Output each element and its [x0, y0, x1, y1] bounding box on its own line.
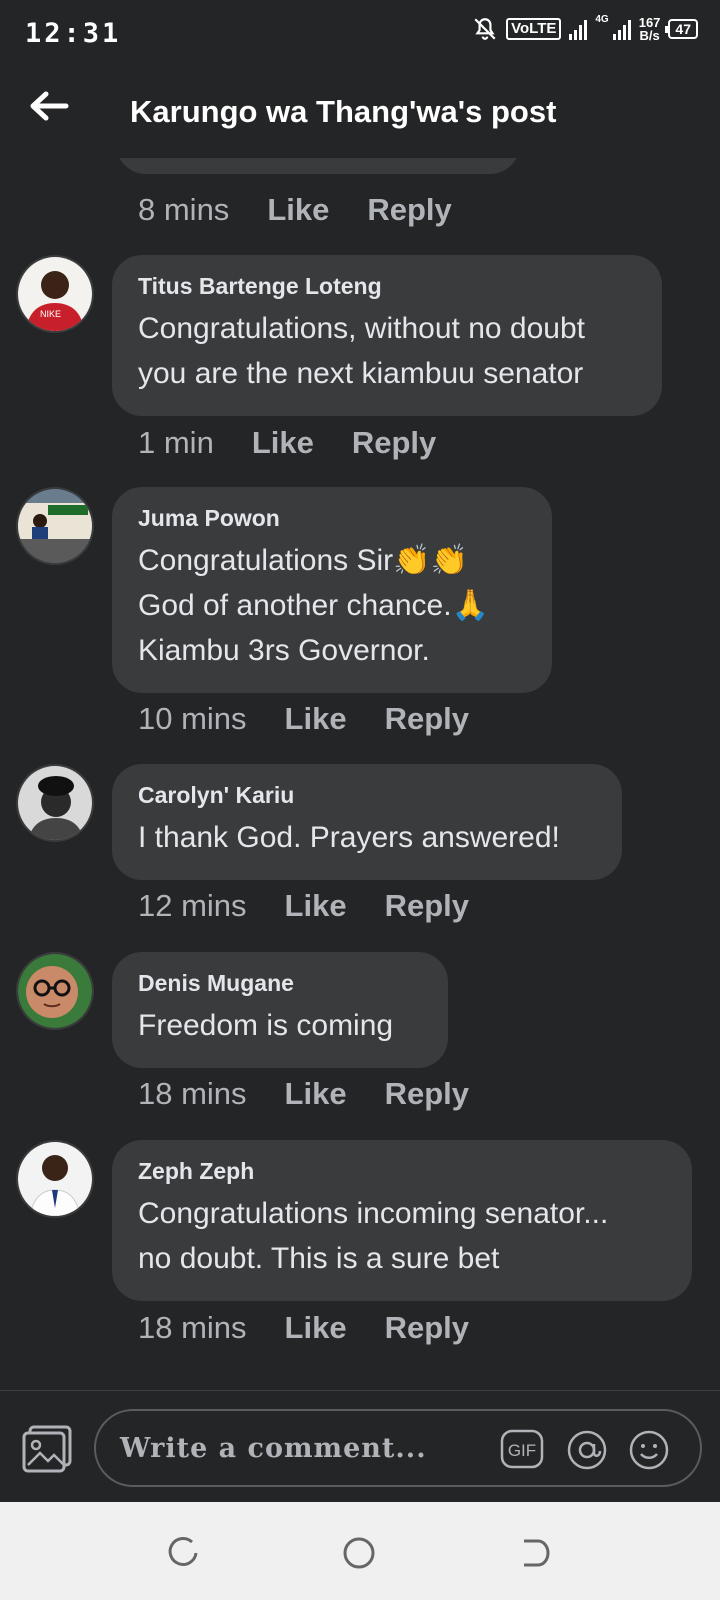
- avatar[interactable]: [16, 1140, 94, 1218]
- reply-button[interactable]: Reply: [385, 1310, 469, 1346]
- like-button[interactable]: Like: [285, 701, 347, 737]
- comment-bubble[interactable]: Denis Mugane Freedom is coming: [112, 952, 448, 1068]
- signal-icon-2: [612, 18, 631, 40]
- volte-badge: VoLTE: [506, 18, 562, 40]
- reply-button[interactable]: Reply: [367, 192, 451, 228]
- avatar[interactable]: [16, 952, 94, 1030]
- status-time: 12:31: [25, 18, 122, 49]
- emoji-icon[interactable]: [628, 1429, 669, 1470]
- comment-author[interactable]: Juma Powon: [138, 505, 526, 532]
- comment-actions: 8 mins Like Reply: [138, 192, 490, 228]
- comment-author[interactable]: Zeph Zeph: [138, 1158, 666, 1185]
- comments-feed[interactable]: 8 mins Like Reply NIKE Titus Bartenge Lo…: [0, 158, 720, 1390]
- comment-text: I thank God. Prayers answered!: [138, 821, 560, 854]
- comment-actions: 12 mins Like Reply: [138, 888, 507, 924]
- reply-button[interactable]: Reply: [385, 1076, 469, 1112]
- status-icons: VoLTE 4G 167 B/s 47: [472, 13, 698, 42]
- avatar[interactable]: [16, 487, 94, 565]
- like-button[interactable]: Like: [252, 425, 314, 461]
- status-bar: 12:31 VoLTE 4G 167 B/s 47: [0, 0, 720, 66]
- comment-time: 12 mins: [138, 888, 247, 923]
- svg-text:NIKE: NIKE: [40, 309, 61, 319]
- comment-input[interactable]: Write a comment... GIF: [94, 1409, 702, 1487]
- comment-author[interactable]: Carolyn' Kariu: [138, 782, 596, 809]
- network-speed-unit: B/s: [639, 28, 660, 43]
- network-speed: 167 B/s: [639, 16, 661, 42]
- recent-apps-icon[interactable]: [164, 1534, 202, 1572]
- signal-icon: [569, 18, 588, 40]
- gif-icon[interactable]: GIF: [500, 1429, 544, 1469]
- network-type: 4G: [595, 13, 609, 25]
- mention-icon[interactable]: [566, 1429, 607, 1470]
- back-icon[interactable]: [516, 1534, 554, 1572]
- comment-time: 10 mins: [138, 701, 247, 736]
- reply-button[interactable]: Reply: [385, 888, 469, 924]
- comment-bubble[interactable]: Titus Bartenge Loteng Congratulations, w…: [112, 255, 662, 416]
- like-button[interactable]: Like: [285, 888, 347, 924]
- comment-text: Congratulations, without no doubt you ar…: [138, 312, 585, 390]
- comment-author[interactable]: Titus Bartenge Loteng: [138, 273, 636, 300]
- reply-button[interactable]: Reply: [385, 701, 469, 737]
- back-arrow-icon[interactable]: [26, 86, 72, 126]
- comment-actions: 18 mins Like Reply: [138, 1076, 507, 1112]
- comment-text: Congratulations incoming senator... no d…: [138, 1197, 609, 1275]
- page-title: Karungo wa Thang'wa's post: [130, 94, 557, 129]
- avatar[interactable]: [16, 764, 94, 842]
- comment-author[interactable]: Denis Mugane: [138, 970, 422, 997]
- comment-bubble[interactable]: Zeph Zeph Congratulations incoming senat…: [112, 1140, 692, 1301]
- comment-actions: 18 mins Like Reply: [138, 1310, 507, 1346]
- comment-bubble[interactable]: Carolyn' Kariu I thank God. Prayers answ…: [112, 764, 622, 880]
- photo-icon[interactable]: [20, 1423, 74, 1473]
- comment-text: Congratulations Sir👏👏 God of another cha…: [138, 544, 489, 667]
- comment-composer: Write a comment... GIF: [0, 1390, 720, 1503]
- header: Karungo wa Thang'wa's post: [0, 66, 720, 158]
- mute-notifications-icon: [474, 18, 496, 40]
- comment-time: 18 mins: [138, 1310, 247, 1345]
- comment-time: 8 mins: [138, 192, 230, 227]
- gif-label: GIF: [508, 1441, 536, 1460]
- comment-time: 1 min: [138, 425, 214, 460]
- like-button[interactable]: Like: [285, 1076, 347, 1112]
- battery-icon: 47: [665, 19, 698, 39]
- reply-button[interactable]: Reply: [352, 425, 436, 461]
- comment-actions: 10 mins Like Reply: [138, 701, 507, 737]
- avatar[interactable]: NIKE: [16, 255, 94, 333]
- home-icon[interactable]: [340, 1534, 378, 1572]
- comment-time: 18 mins: [138, 1076, 247, 1111]
- comment-actions: 1 min Like Reply: [138, 425, 474, 461]
- previous-comment-bubble: [116, 158, 520, 174]
- comment-placeholder: Write a comment...: [120, 1433, 427, 1464]
- comment-text: Freedom is coming: [138, 1009, 394, 1042]
- comment-bubble[interactable]: Juma Powon Congratulations Sir👏👏 God of …: [112, 487, 552, 693]
- like-button[interactable]: Like: [267, 192, 329, 228]
- system-nav-bar: [0, 1502, 720, 1600]
- like-button[interactable]: Like: [285, 1310, 347, 1346]
